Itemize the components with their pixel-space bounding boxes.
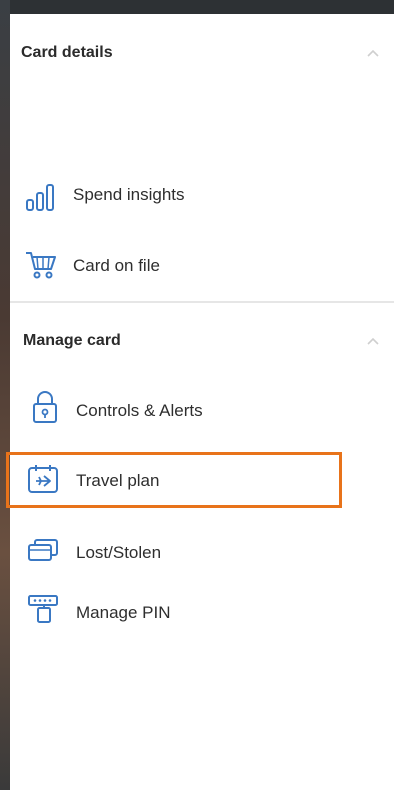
card-on-file-label: Card on file [73,256,160,275]
chevron-up-icon[interactable] [366,334,380,348]
chevron-up-icon[interactable] [366,46,380,60]
cards-icon [28,539,58,561]
menu-item-spend-insights[interactable]: Spend insights [10,168,394,220]
lock-icon [33,391,57,423]
pin-keypad-icon [28,595,58,623]
manage-card-header[interactable]: Manage card [10,322,394,362]
lost-stolen-label: Lost/Stolen [76,543,162,562]
travel-plan-highlight [6,452,342,508]
controls-alerts-label: Controls & Alerts [76,401,203,420]
card-details-title: Card details [21,44,113,61]
manage-pin-label: Manage PIN [76,603,171,622]
card-details-header[interactable]: Card details [10,34,394,74]
shopping-cart-icon [26,252,56,279]
menu-item-card-on-file[interactable]: Card on file [10,239,394,291]
card-menu-panel: Card details Spend insights Card on file… [6,14,394,790]
bar-chart-icon [26,184,54,211]
spend-insights-label: Spend insights [73,185,185,204]
menu-item-controls-alerts[interactable]: Controls & Alerts [10,384,394,436]
section-divider [10,301,394,303]
backdrop-top [0,0,394,14]
menu-item-manage-pin[interactable]: Manage PIN [10,586,394,638]
backdrop-left [0,0,10,790]
menu-item-lost-stolen[interactable]: Lost/Stolen [10,526,394,578]
manage-card-title: Manage card [23,332,121,349]
